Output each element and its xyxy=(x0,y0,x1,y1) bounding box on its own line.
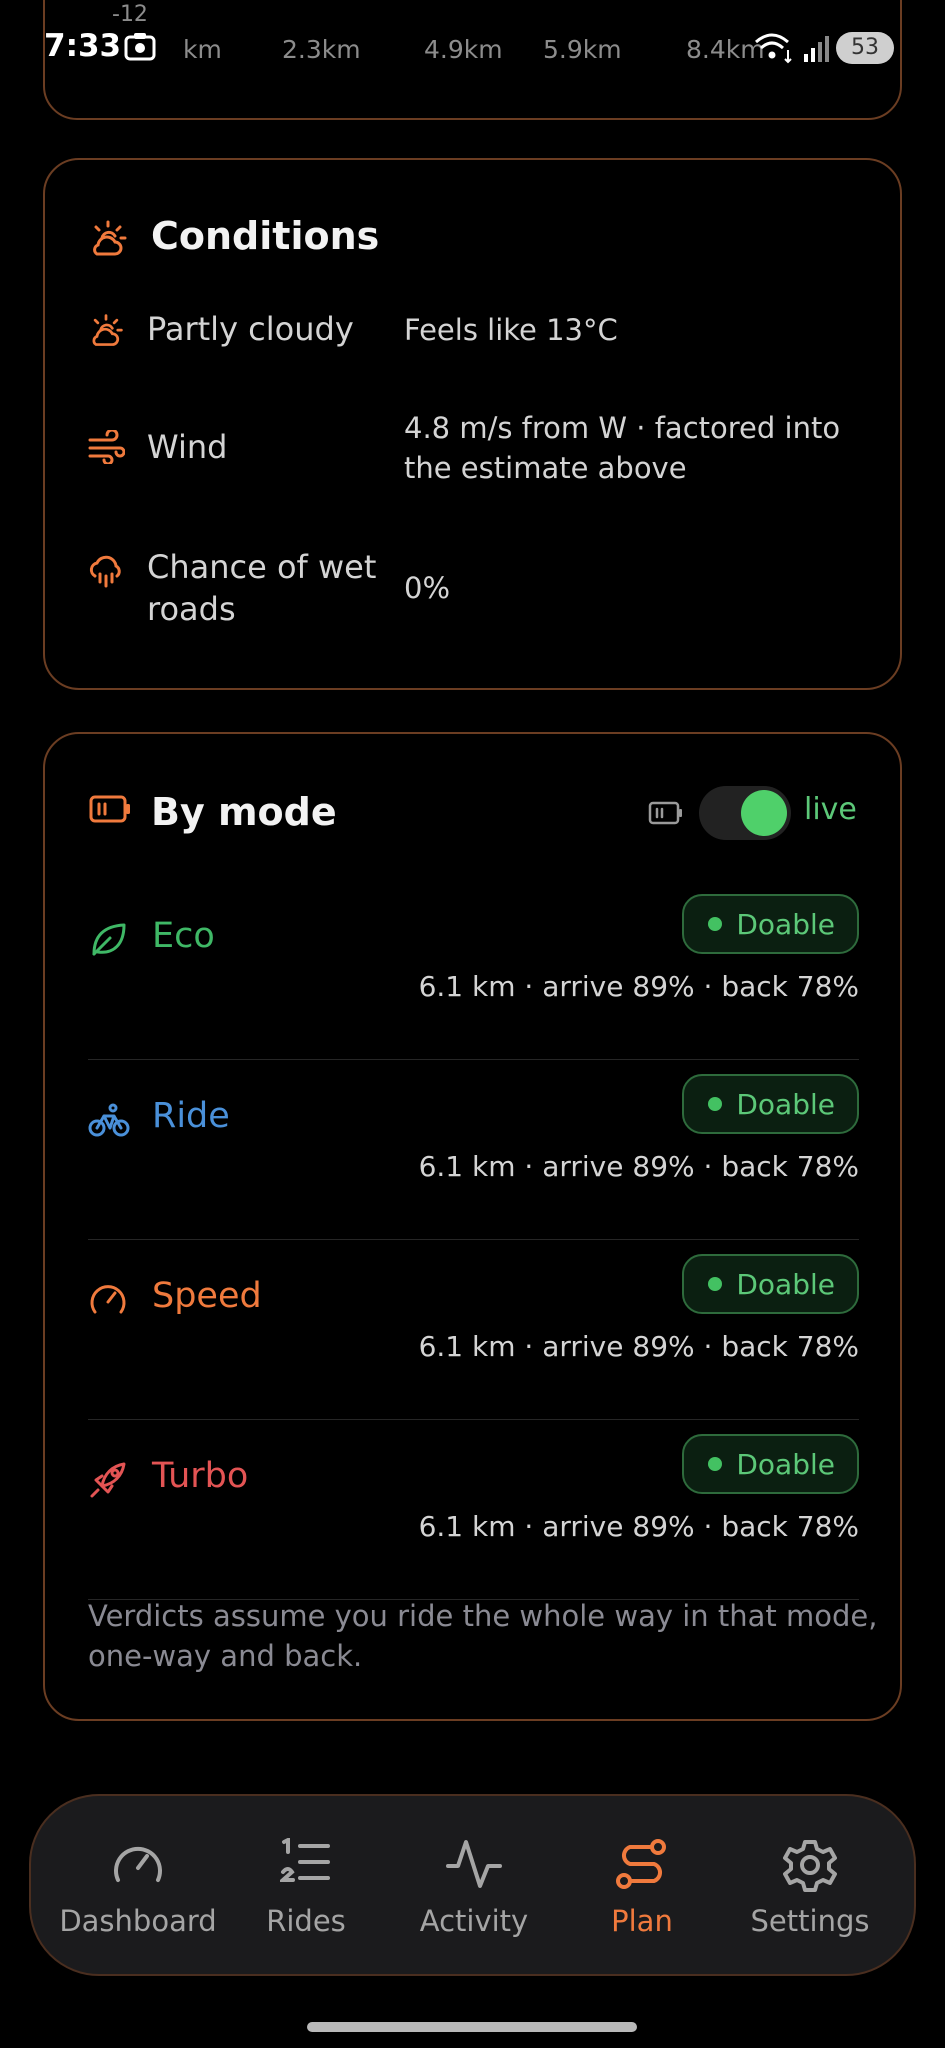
nav-item-settings[interactable]: Settings xyxy=(730,1796,890,1978)
by-mode-title: By mode xyxy=(151,790,337,834)
status-dot xyxy=(708,917,723,931)
live-toggle[interactable] xyxy=(699,786,791,840)
mode-name: Speed xyxy=(152,1276,262,1316)
status-time: 7:33 xyxy=(44,28,122,64)
elevation-x-tick: km xyxy=(183,35,222,64)
elevation-x-tick: 4.9km xyxy=(424,35,503,64)
pulse-icon xyxy=(446,1840,502,1888)
mode-row-ride[interactable]: Ride Doable 6.1 km · arrive 89% · back 7… xyxy=(88,1060,859,1240)
partly-cloudy-icon xyxy=(92,314,123,346)
mode-name: Eco xyxy=(152,916,215,956)
verdict-label: Doable xyxy=(736,1267,835,1301)
mode-stats: 6.1 km · arrive 89% · back 78% xyxy=(418,1330,859,1363)
numbered-list-icon xyxy=(280,1838,330,1882)
conditions-card: Conditions Partly cloudy Feels like 13°C… xyxy=(43,158,902,690)
bicycle-icon xyxy=(88,1103,130,1137)
nav-label: Dashboard xyxy=(59,1904,217,1938)
battery-indicator: 53 xyxy=(836,32,894,64)
rocket-icon xyxy=(90,1462,126,1498)
elevation-x-tick: 2.3km xyxy=(282,35,361,64)
mode-name: Turbo xyxy=(152,1456,249,1496)
gauge-icon xyxy=(114,1846,162,1882)
verdict-label: Doable xyxy=(736,1447,835,1481)
status-dot xyxy=(708,1097,723,1111)
condition-label: Chance of wet roads xyxy=(147,548,377,628)
mode-name: Ride xyxy=(152,1096,230,1136)
by-mode-card: By mode live Eco Doable 6.1 km · arrive … xyxy=(43,732,902,1721)
verdict-badge: Doable xyxy=(682,894,859,954)
condition-label: Wind xyxy=(147,428,228,466)
status-dot xyxy=(708,1277,723,1291)
condition-label: Partly cloudy xyxy=(147,310,354,348)
elevation-x-tick: 5.9km xyxy=(543,35,622,64)
mode-row-eco[interactable]: Eco Doable 6.1 km · arrive 89% · back 78… xyxy=(88,880,859,1060)
verdict-label: Doable xyxy=(736,907,835,941)
elevation-y-tick: -12 xyxy=(112,2,148,27)
nav-item-rides[interactable]: Rides xyxy=(226,1796,386,1978)
mode-footnote: Verdicts assume you ride the whole way i… xyxy=(88,1599,878,1673)
nav-label: Plan xyxy=(611,1904,673,1938)
mode-row-speed[interactable]: Speed Doable 6.1 km · arrive 89% · back … xyxy=(88,1240,859,1420)
bottom-nav: Dashboard Rides Activity Plan Settings xyxy=(29,1794,916,1976)
condition-value: 0% xyxy=(404,571,451,605)
nav-item-plan[interactable]: Plan xyxy=(562,1796,722,1978)
nav-item-activity[interactable]: Activity xyxy=(394,1796,554,1978)
verdict-badge: Doable xyxy=(682,1254,859,1314)
route-icon xyxy=(616,1839,666,1889)
battery-icon xyxy=(648,801,682,825)
rain-cloud-icon xyxy=(89,555,121,588)
partly-cloudy-icon xyxy=(93,220,127,256)
mode-row-turbo[interactable]: Turbo Doable 6.1 km · arrive 89% · back … xyxy=(88,1420,859,1600)
nav-label: Rides xyxy=(266,1904,346,1938)
gauge-icon xyxy=(90,1285,126,1314)
nav-item-dashboard[interactable]: Dashboard xyxy=(58,1796,218,1978)
conditions-title: Conditions xyxy=(151,214,380,258)
live-label: live xyxy=(804,792,857,827)
gear-icon xyxy=(783,1840,837,1892)
condition-value: Feels like 13°C xyxy=(404,313,618,347)
wind-icon xyxy=(88,430,125,464)
condition-value: 4.8 m/s from W · factored into the estim… xyxy=(404,411,841,485)
nav-label: Settings xyxy=(750,1904,870,1938)
toggle-knob xyxy=(741,790,787,836)
screenshot-icon xyxy=(124,33,156,61)
mode-stats: 6.1 km · arrive 89% · back 78% xyxy=(418,970,859,1003)
battery-icon xyxy=(89,795,130,823)
verdict-label: Doable xyxy=(736,1087,835,1121)
nav-label: Activity xyxy=(419,1904,529,1938)
status-dot xyxy=(708,1457,723,1471)
home-indicator[interactable] xyxy=(307,2022,637,2032)
verdict-badge: Doable xyxy=(682,1434,859,1494)
verdict-badge: Doable xyxy=(682,1074,859,1134)
mode-stats: 6.1 km · arrive 89% · back 78% xyxy=(418,1150,859,1183)
mode-stats: 6.1 km · arrive 89% · back 78% xyxy=(418,1510,859,1543)
leaf-icon xyxy=(92,923,126,956)
